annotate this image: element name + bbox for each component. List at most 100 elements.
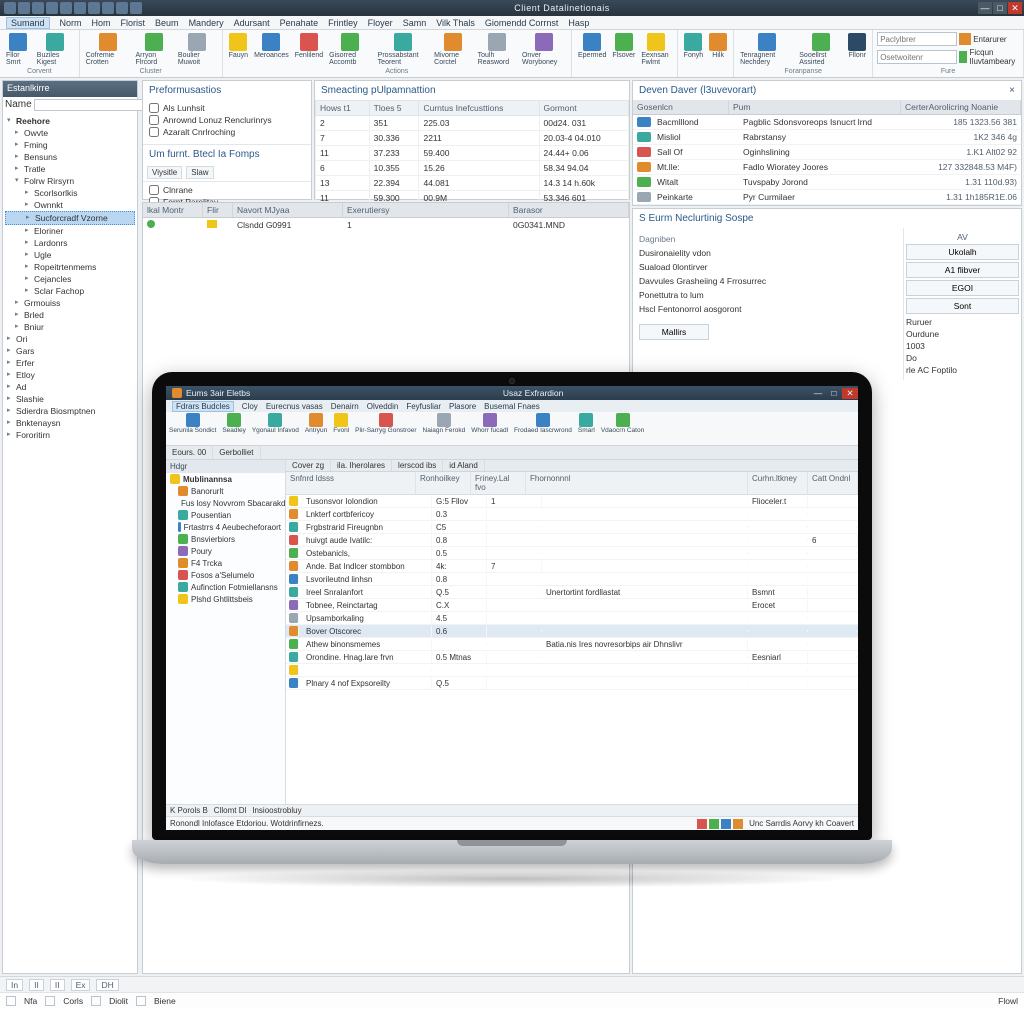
fg-view-tab[interactable]: id Aland: [443, 460, 484, 471]
fg-view-tab[interactable]: lerscod ibs: [392, 460, 443, 471]
table-row[interactable]: 1322.39444.08114.3 14 h.60k: [316, 176, 629, 191]
fg-menu-item[interactable]: Eurecnus vasas: [266, 402, 323, 411]
qat-icon[interactable]: [4, 2, 16, 14]
tree-node[interactable]: Fororitirn: [5, 429, 135, 441]
bg-menu-item[interactable]: Beum: [155, 18, 179, 28]
col-header[interactable]: Navort MJyaa: [233, 203, 343, 217]
tree-node[interactable]: Fming: [5, 139, 135, 151]
driver-close-icon[interactable]: ×: [1009, 85, 1015, 96]
ribbon-button[interactable]: Meroances: [252, 32, 291, 67]
ribbon-button[interactable]: Fenlilend: [293, 32, 325, 67]
fg-col-header[interactable]: Curhn.ltkney: [748, 472, 808, 494]
fg-ribbon-button[interactable]: Whorr fucadl: [468, 412, 511, 445]
col-header[interactable]: Flir: [203, 203, 233, 217]
bg-menu-item[interactable]: Hom: [92, 18, 111, 28]
ribbon-button[interactable]: Flsover: [610, 32, 637, 67]
mini-tab[interactable]: Viysitle: [147, 166, 182, 179]
driver-row[interactable]: WitaltTuvspaby Jorond1.31 110d.93): [633, 175, 1021, 190]
fg-ribbon-button[interactable]: Frodaed Iascrwrond: [511, 412, 575, 445]
fg-row[interactable]: Ande. Bat Indlcer stombbon4k:7: [286, 560, 858, 573]
ribbon-button[interactable]: Mivorne Corctel: [432, 32, 473, 67]
fg-context-tab[interactable]: Gerbolliet: [213, 446, 260, 459]
fg-tree-node[interactable]: Poury: [166, 545, 285, 557]
table-row[interactable]: 730.336221120.03-4 04.010: [316, 131, 629, 146]
maximize-button[interactable]: □: [993, 2, 1007, 14]
checklist-item[interactable]: Clnrane: [149, 184, 305, 196]
fg-tree-node[interactable]: Fus losy Novvrom Sbacarakditouns: [166, 497, 285, 509]
col-header[interactable]: Gormont: [539, 101, 628, 116]
fg-tree-root[interactable]: Mublinannsa: [166, 473, 285, 485]
scope-pill-button[interactable]: Ukolalh: [906, 244, 1019, 260]
fg-footer-chip[interactable]: [709, 819, 719, 829]
bg-menu-item[interactable]: Frintley: [328, 18, 358, 28]
tree-node[interactable]: Ropeitrtenmems: [5, 261, 135, 273]
fg-tree-node[interactable]: Pousentian: [166, 509, 285, 521]
col-header[interactable]: Curntus Inefcusttions: [419, 101, 539, 116]
bg-menu-item[interactable]: Samn: [403, 18, 427, 28]
footer-checkbox[interactable]: [6, 996, 16, 1006]
qat-icon[interactable]: [116, 2, 128, 14]
table-row[interactable]: 610.35515.2658.34 94.04: [316, 161, 629, 176]
col-header[interactable]: Pum: [729, 100, 901, 114]
tree-node[interactable]: Bnktenaysn: [5, 417, 135, 429]
tree-node[interactable]: Folrw Rirsyrn: [5, 175, 135, 187]
tree-node[interactable]: Owvte: [5, 127, 135, 139]
fg-menu-item[interactable]: Denairn: [331, 402, 359, 411]
fg-row[interactable]: Orondine. Hnag.lare frvn0.5 MtnasEesniar…: [286, 651, 858, 664]
col-header[interactable]: lkal Montr: [143, 203, 203, 217]
ribbon-button[interactable]: Arryon Flrcord: [134, 32, 174, 67]
tree-node[interactable]: Ownnkt: [5, 199, 135, 211]
ribbon-button[interactable]: Cofremie Crotten: [84, 32, 132, 67]
driver-row[interactable]: MisliolRabrstansy1K2 346 4g: [633, 130, 1021, 145]
bg-menu-item[interactable]: Adursant: [234, 18, 270, 28]
fg-menu-item[interactable]: Plasore: [449, 402, 476, 411]
tree-node[interactable]: Sdierdra Biosmptnen: [5, 405, 135, 417]
checklist-item[interactable]: Azaralt Cnrlroching: [149, 126, 305, 138]
tree-node[interactable]: Tratle: [5, 163, 135, 175]
fg-col-header[interactable]: Ronhoilkey: [416, 472, 471, 494]
fg-tree[interactable]: MublinannsaBanorurltFus losy Novvrom Sba…: [166, 473, 285, 605]
tree-node[interactable]: Ori: [5, 333, 135, 345]
bg-menu-item[interactable]: Floyer: [368, 18, 393, 28]
col-header[interactable]: Hows t1: [316, 101, 370, 116]
ribbon-button[interactable]: Toulh Reasword: [476, 32, 518, 67]
fg-row[interactable]: Ireel SnralanfortQ.5Unertortint fordllas…: [286, 586, 858, 599]
ribbon-button[interactable]: Fllonr: [846, 32, 868, 67]
fg-ribbon-button[interactable]: Smarl: [575, 412, 598, 445]
fg-footer-chip[interactable]: [733, 819, 743, 829]
ribbon-button[interactable]: Onver Woryboney: [520, 32, 567, 67]
fg-tree-node[interactable]: Bnsvierbiors: [166, 533, 285, 545]
fg-col-header[interactable]: Friney.Lal fvo: [471, 472, 526, 494]
status-button[interactable]: Ex: [71, 979, 91, 991]
fg-ribbon-button[interactable]: Naiagn Ferokd: [420, 412, 469, 445]
checklist-item[interactable]: Als Lunhsit: [149, 102, 305, 114]
nav-search-input[interactable]: [34, 99, 146, 111]
fg-ribbon-button[interactable]: Fvonl: [330, 412, 352, 445]
fg-tree-node[interactable]: Frtastrrs 4 Aeubecheforaort: [166, 521, 285, 533]
qat-icon[interactable]: [18, 2, 30, 14]
fg-footer-chip[interactable]: [697, 819, 707, 829]
bg-menu-item[interactable]: Hasp: [568, 18, 589, 28]
fg-row[interactable]: [286, 664, 858, 677]
bg-menu-item[interactable]: Florist: [121, 18, 146, 28]
fg-tree-node[interactable]: Plshd Ghtlittsbeis: [166, 593, 285, 605]
ribbon-button[interactable]: Boulier Muwoit: [176, 32, 218, 67]
tree-node[interactable]: Brled: [5, 309, 135, 321]
fg-rows[interactable]: Tusonsvor IolondionG:5 Fllov1Flioceler.t…: [286, 495, 858, 804]
status-button[interactable]: II: [29, 979, 44, 991]
col-header[interactable]: Barasor: [509, 203, 629, 217]
fg-tree-node[interactable]: Aufinction Fotmiellansns: [166, 581, 285, 593]
scope-pill-button[interactable]: EGOI: [906, 280, 1019, 296]
tree-root[interactable]: Reehore: [5, 115, 135, 127]
checkbox[interactable]: [149, 115, 159, 125]
ribbon-button[interactable]: Hilk: [707, 32, 729, 60]
checkbox[interactable]: [149, 103, 159, 113]
mini-tab[interactable]: Slaw: [186, 166, 213, 179]
tree-node[interactable]: Gars: [5, 345, 135, 357]
fg-tree-node[interactable]: Banorurlt: [166, 485, 285, 497]
table-row[interactable]: 1137.23359.40024.44+ 0.06: [316, 146, 629, 161]
ribbon-button[interactable]: Fauyn: [227, 32, 250, 67]
qat-icon[interactable]: [60, 2, 72, 14]
tree-node[interactable]: Slashie: [5, 393, 135, 405]
fg-row[interactable]: Tusonsvor IolondionG:5 Fllov1Flioceler.t: [286, 495, 858, 508]
